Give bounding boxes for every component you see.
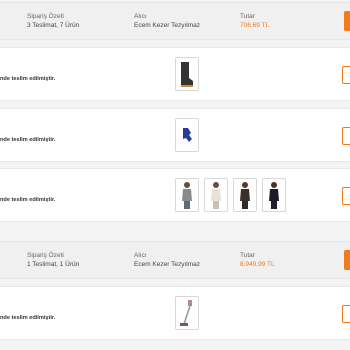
order-summary-label: Sipariş Özeti	[27, 252, 64, 259]
delivery-action-button[interactable]	[342, 66, 350, 84]
amount-label: Tutar	[240, 252, 255, 259]
tank-top-icon	[240, 182, 250, 209]
amount-label: Tutar	[240, 13, 255, 20]
delivery-status: nde teslim edilmiştir.	[0, 197, 56, 203]
recipient-label: Alıcı	[134, 252, 147, 259]
order-summary: Sipariş Özeti 3 Teslimat, 7 Ürün	[27, 12, 79, 30]
product-thumbnail[interactable]	[262, 178, 286, 212]
delivery-status: nde teslim edilmiştir.	[0, 315, 56, 321]
recipient-name: Ecem Kezer Tezyılmaz	[134, 22, 200, 29]
delivery-action-button[interactable]	[342, 127, 350, 145]
order-summary-value: 1 Teslimat, 1 Ürün	[27, 261, 80, 268]
delivery-action-button[interactable]	[342, 305, 350, 323]
delivery-status: nde teslim edilmiştir.	[0, 76, 56, 82]
order-header: Sipariş Özeti 1 Teslimat, 1 Ürün Alıcı E…	[0, 241, 350, 279]
tank-top-icon	[269, 182, 279, 209]
delivery-row: nde teslim edilmiştir.	[0, 286, 350, 340]
recipient: Alıcı Ecem Kezer Tezyılmaz	[134, 251, 200, 269]
recipient: Alıcı Ecem Kezer Tezyılmaz	[134, 12, 200, 30]
product-thumbnail[interactable]	[233, 178, 257, 212]
delivery-row: nde teslim edilmiştir.	[0, 168, 350, 222]
tank-top-icon	[211, 182, 221, 209]
order-amount: Tutar 8.949,99 TL	[240, 251, 275, 269]
stick-vacuum-icon	[180, 300, 192, 326]
order-header: Sipariş Özeti 3 Teslimat, 7 Ürün Alıcı E…	[0, 2, 350, 40]
delivery-row: nde teslim edilmiştir.	[0, 108, 350, 162]
product-thumbnail[interactable]	[175, 118, 199, 152]
glove-icon	[183, 128, 192, 142]
product-thumbnail[interactable]	[175, 57, 199, 91]
order-summary-label: Sipariş Özeti	[27, 13, 64, 20]
delivery-action-button[interactable]	[342, 187, 350, 205]
order-details-button[interactable]	[344, 250, 350, 270]
order-amount: Tutar 706,69 TL	[240, 12, 269, 30]
order-summary-value: 3 Teslimat, 7 Ürün	[27, 22, 80, 29]
product-thumbnail[interactable]	[175, 178, 199, 212]
order-summary: Sipariş Özeti 1 Teslimat, 1 Ürün	[27, 251, 79, 269]
boot-icon	[181, 62, 193, 87]
recipient-label: Alıcı	[134, 13, 147, 20]
product-thumbnail[interactable]	[175, 296, 199, 330]
delivery-status: nde teslim edilmiştir.	[0, 137, 56, 143]
order-details-button[interactable]	[344, 11, 350, 31]
delivery-row: nde teslim edilmiştir.	[0, 47, 350, 101]
amount-value: 706,69 TL	[240, 22, 270, 29]
amount-value: 8.949,99 TL	[240, 261, 275, 268]
product-thumbnail[interactable]	[204, 178, 228, 212]
tank-top-icon	[182, 182, 192, 209]
recipient-name: Ecem Kezer Tezyılmaz	[134, 261, 200, 268]
